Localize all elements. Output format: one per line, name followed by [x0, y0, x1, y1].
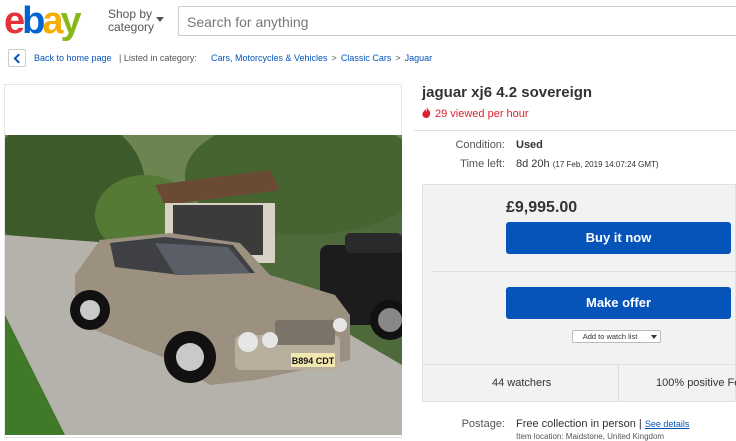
crumb-separator: >: [331, 53, 337, 63]
buy-it-now-button[interactable]: Buy it now: [506, 222, 731, 254]
stats-divider: [618, 364, 619, 402]
header: ebay Shop by category Search for anythin…: [0, 0, 736, 42]
listing-photo[interactable]: B894 CDT: [5, 135, 402, 435]
shop-by-line2: category: [108, 20, 155, 34]
listed-in-label: | Listed in category:: [119, 53, 197, 63]
category-path: Cars, Motorcycles & Vehicles > Classic Car…: [211, 48, 432, 68]
crumb-separator: >: [395, 53, 401, 63]
back-arrow-icon[interactable]: [8, 49, 26, 67]
title-divider: [414, 130, 736, 131]
buy-box-separator: [432, 271, 736, 272]
make-offer-button[interactable]: Make offer: [506, 287, 731, 319]
views-text: 29 viewed per hour: [435, 108, 529, 120]
logo-letter-b: b: [22, 0, 45, 42]
logo-letter-e: e: [4, 0, 25, 42]
chevron-down-icon[interactable]: [156, 17, 164, 22]
see-details-link[interactable]: See details: [645, 419, 690, 429]
watch-list-dropdown[interactable]: [647, 330, 661, 343]
condition-label: Condition:: [455, 139, 505, 151]
time-left-label: Time left:: [460, 158, 505, 170]
price: £9,995.00: [506, 199, 578, 216]
time-left-main: 8d 20h: [516, 158, 550, 170]
number-plate: B894 CDT: [292, 356, 335, 366]
watchers-count: 44 watchers: [492, 377, 552, 389]
views-indicator: 29 viewed per hour: [422, 107, 529, 120]
postage-text: Free collection in person |: [516, 418, 642, 430]
postage-label: Postage:: [461, 418, 505, 430]
logo-letter-a: a: [42, 0, 63, 42]
time-left-value: 8d 20h (17 Feb, 2019 14:07:24 GMT): [516, 158, 659, 170]
crumb-cars-motorcycles-vehicles[interactable]: Cars, Motorcycles & Vehicles: [211, 53, 328, 63]
add-to-watch-list-button[interactable]: Add to watch list: [572, 330, 648, 343]
positive-feedback[interactable]: 100% positive Fe: [656, 377, 736, 389]
shop-by-category-button[interactable]: Shop by category: [108, 8, 154, 34]
postage-value: Free collection in person | See details: [516, 418, 689, 430]
listing-title: jaguar xj6 4.2 sovereign: [422, 84, 593, 101]
condition-value: Used: [516, 139, 543, 151]
ebay-logo[interactable]: ebay: [4, 0, 82, 42]
search-input[interactable]: Search for anything: [178, 6, 736, 36]
crumb-classic-cars[interactable]: Classic Cars: [341, 53, 392, 63]
flame-icon: [422, 107, 431, 118]
car-photo-illustration: B894 CDT: [5, 135, 402, 435]
back-to-home-link[interactable]: Back to home page: [34, 48, 112, 68]
logo-letter-y: y: [60, 0, 82, 42]
item-location: Item location: Maidstone, United Kingdom: [516, 432, 665, 441]
time-left-detail: (17 Feb, 2019 14:07:24 GMT): [552, 160, 659, 169]
crumb-jaguar[interactable]: Jaguar: [405, 53, 433, 63]
